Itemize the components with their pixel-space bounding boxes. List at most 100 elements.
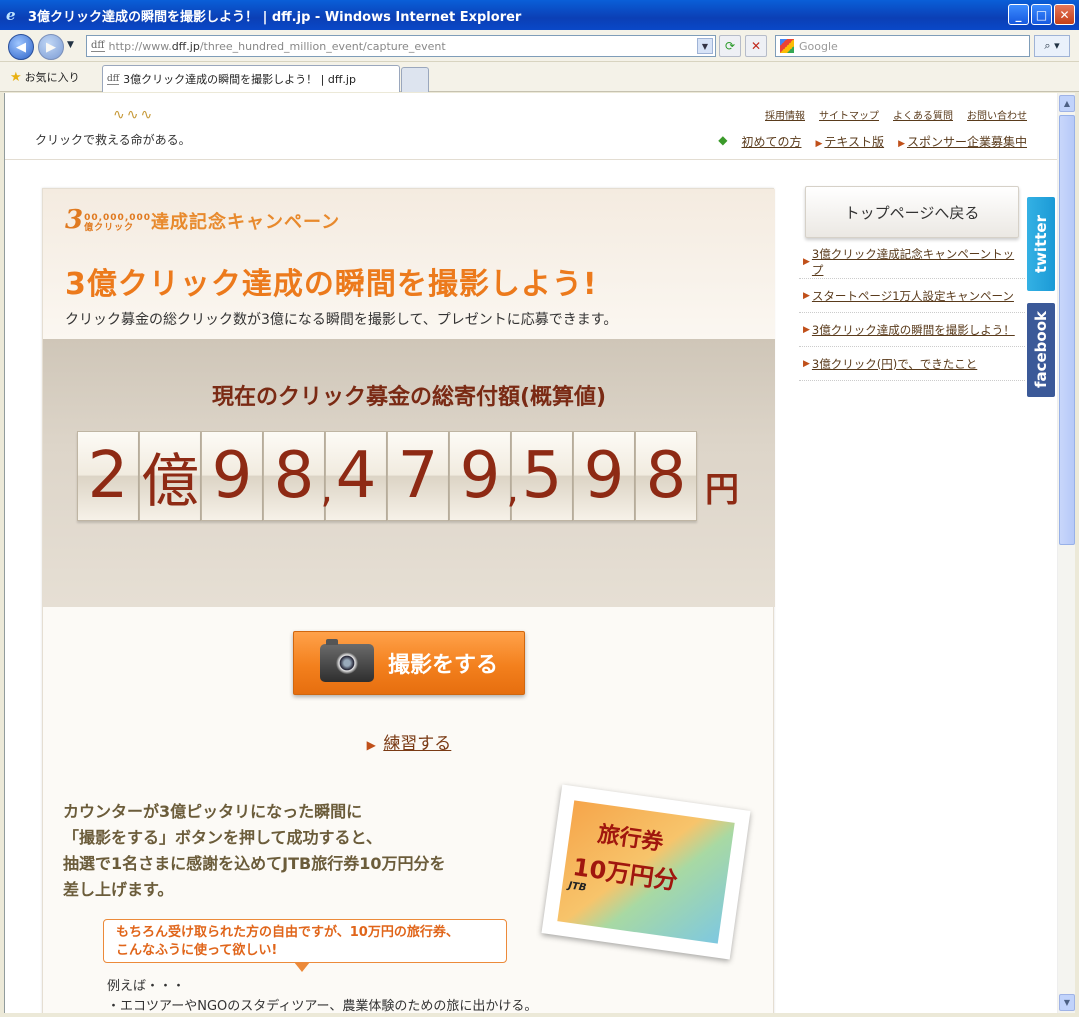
facebook-button[interactable]: facebook — [1027, 303, 1055, 397]
bubble-line: もちろん受け取られた方の自由ですが、10万円の旅行券、 — [116, 925, 459, 940]
favorites-label: お気に入り — [24, 71, 80, 84]
practice-link[interactable]: 練習する — [383, 734, 451, 754]
counter-digit: 2 — [77, 431, 139, 521]
window-title: 3億クリック達成の瞬間を撮影しよう！ | dff.jp - Windows In… — [28, 9, 522, 25]
counter-digit: 7 — [387, 431, 449, 521]
counter-digit: 9 — [201, 431, 263, 521]
campaign-heading: 300,000,000 億クリック 達成記念キャンペーン — [65, 205, 340, 235]
counter-comma: , — [506, 466, 519, 512]
twitter-label: twitter — [1032, 214, 1050, 274]
desc-line: カウンターが3億ピッタリになった瞬間に — [63, 802, 363, 821]
counter-digit: 5 — [511, 431, 573, 521]
desc-line: 「撮影をする」ボタンを押して成功すると、 — [63, 828, 382, 847]
practice-link-row: ▶ 練習する — [43, 729, 775, 754]
address-dropdown-icon[interactable]: ▼ — [697, 38, 713, 54]
star-icon: ★ — [10, 69, 22, 85]
new-tab-button[interactable] — [401, 67, 429, 92]
favorites-button[interactable]: ★ お気に入り — [10, 69, 80, 85]
search-button[interactable]: ⌕ ▾ — [1034, 35, 1070, 57]
donation-counter: 現在のクリック募金の総寄付額(概算値) 2 億 9 8, 4 7 9, 5 9 … — [43, 339, 775, 607]
travel-voucher-image: 旅行券 10万円分 JTB — [541, 784, 751, 960]
history-dropdown-icon[interactable]: ▼ — [67, 40, 74, 50]
header-link-faq[interactable]: よくある質問 — [893, 107, 953, 122]
forward-arrow-icon[interactable]: ▶ — [38, 34, 64, 60]
campaign-zeros: 00,000,000 — [84, 213, 152, 223]
example-item: ・エコツアーやNGOのスタディツアー、農業体験のための旅に出かける。 — [107, 999, 538, 1013]
arrow-icon: ▶ — [366, 738, 376, 752]
sidebar-link-capture[interactable]: 3億クリック達成の瞬間を撮影しよう！ — [812, 322, 1015, 338]
address-bar[interactable]: dff http://www. dff.jp/three_hundred_mill… — [86, 35, 716, 57]
site-tagline: クリックで救える命がある。 — [35, 133, 191, 147]
page-subtitle: クリック募金の総クリック数が3億になる瞬間を撮影して、プレゼントに応募できます。 — [65, 312, 618, 328]
header-link-contact[interactable]: お問い合わせ — [967, 107, 1027, 122]
camera-icon — [319, 639, 374, 682]
desc-line: 抽選で1名さまに感謝を込めてJTB旅行券10万円分を — [63, 854, 446, 873]
main-panel: 300,000,000 億クリック 達成記念キャンペーン 3億クリック達成の瞬間を撮… — [42, 188, 775, 1013]
counter-digit: 9 — [449, 431, 511, 521]
google-logo-icon — [780, 39, 794, 53]
site-logo[interactable]: ∿∿∿ クリックで救える命がある。 — [35, 107, 195, 147]
close-button[interactable]: ✕ — [1054, 4, 1075, 25]
tab-title: 3億クリック達成の瞬間を撮影しよう！ | dff.jp — [123, 73, 356, 86]
campaign-label: 達成記念キャンペーン — [151, 212, 341, 233]
arrow-icon: ▶ — [803, 256, 810, 267]
sidebar-link-achievements[interactable]: 3億クリック(円)で、できたこと — [812, 356, 977, 372]
header-divider — [5, 159, 1057, 160]
campaign-number: 3 — [65, 205, 85, 235]
minimize-button[interactable]: _ — [1008, 4, 1029, 25]
counter-digit: 8 — [635, 431, 697, 521]
scroll-thumb[interactable] — [1059, 115, 1075, 545]
arrow-icon: ▶ — [815, 139, 823, 149]
counter-digits: 2 億 9 8, 4 7 9, 5 9 8 円 — [77, 431, 739, 521]
arrow-icon: ▶ — [803, 290, 810, 301]
example-list: 例えば・・・ ・エコツアーやNGOのスタディツアー、農業体験のための旅に出かける… — [107, 977, 537, 1013]
sidebar-links: ▶ 3億クリック達成記念キャンペーントップ ▶ スタートページ1万人設定キャンペーン… — [799, 245, 1025, 381]
prize-description: カウンターが3億ピッタリになった瞬間に 「撮影をする」ボタンを押して成功すると、… — [63, 799, 445, 903]
refresh-icon[interactable]: ⟳ — [719, 35, 741, 57]
counter-label: 現在のクリック募金の総寄付額(概算値) — [211, 385, 607, 410]
header-top-links: 採用情報 サイトマップ よくある質問 お問い合わせ — [765, 107, 1027, 122]
maximize-button[interactable]: □ — [1031, 4, 1052, 25]
bubble-line: こんなふうに使って欲しい! — [116, 943, 278, 958]
site-favicon-icon: dff — [91, 40, 105, 52]
back-to-top-button[interactable]: トップページへ戻る — [805, 186, 1019, 238]
stop-icon[interactable]: ✕ — [745, 35, 767, 57]
voucher-amount: 10万円分 — [571, 852, 680, 896]
sidebar-link-startpage[interactable]: スタートページ1万人設定キャンペーン — [812, 288, 1014, 304]
header-link-first-time[interactable]: 初めての方 — [741, 133, 801, 150]
search-input[interactable]: Google — [775, 35, 1030, 57]
ie-logo-icon: e — [6, 6, 16, 24]
window-titlebar: e 3億クリック達成の瞬間を撮影しよう！ | dff.jp - Windows … — [0, 0, 1079, 30]
favorites-bar: ★ お気に入り dff 3億クリック達成の瞬間を撮影しよう！ | dff.jp — [0, 62, 1079, 92]
header-sub-links: ◆ 初めての方 ▶ テキスト版 ▶ スポンサー企業募集中 — [718, 133, 1027, 150]
sidebar-link-campaign-top[interactable]: 3億クリック達成記念キャンペーントップ — [812, 246, 1025, 278]
header-link-text-version[interactable]: テキスト版 — [824, 135, 884, 149]
shoot-button[interactable]: 撮影をする — [293, 631, 525, 695]
scroll-down-icon[interactable]: ▼ — [1059, 994, 1075, 1011]
tab-favicon-icon: dff — [107, 73, 120, 85]
example-title: 例えば・・・ — [107, 979, 186, 994]
page-viewport: ∿∿∿ クリックで救える命がある。 採用情報 サイトマップ よくある質問 お問い… — [4, 93, 1057, 1013]
scroll-up-icon[interactable]: ▲ — [1059, 95, 1075, 112]
counter-digit: 9 — [573, 431, 635, 521]
voucher-brand: JTB — [567, 880, 588, 894]
url-path: /three_hundred_million_event/capture_eve… — [199, 39, 446, 53]
header-link-sitemap[interactable]: サイトマップ — [819, 107, 879, 122]
logo-mark-icon: ∿∿∿ — [113, 107, 155, 123]
page-title: 3億クリック達成の瞬間を撮影しよう! — [65, 267, 598, 302]
counter-digit: 4 — [325, 431, 387, 521]
url-host: dff.jp — [171, 39, 200, 53]
shoot-button-label: 撮影をする — [387, 653, 498, 678]
browser-tab[interactable]: dff 3億クリック達成の瞬間を撮影しよう！ | dff.jp — [102, 65, 400, 92]
header-link-sponsor[interactable]: スポンサー企業募集中 — [907, 135, 1027, 149]
arrow-icon: ▶ — [803, 358, 810, 369]
speech-bubble: もちろん受け取られた方の自由ですが、10万円の旅行券、 こんなふうに使って欲しい… — [103, 919, 507, 972]
vertical-scrollbar[interactable]: ▲ ▼ — [1057, 93, 1075, 1013]
url-prefix: http://www. — [108, 39, 172, 53]
twitter-button[interactable]: twitter — [1027, 197, 1055, 291]
magnifier-icon: ⌕ ▾ — [1044, 39, 1060, 52]
counter-digit: 8 — [263, 431, 325, 521]
back-arrow-icon[interactable]: ◀ — [8, 34, 34, 60]
arrow-icon: ▶ — [803, 324, 810, 335]
header-link-recruit[interactable]: 採用情報 — [765, 107, 805, 122]
